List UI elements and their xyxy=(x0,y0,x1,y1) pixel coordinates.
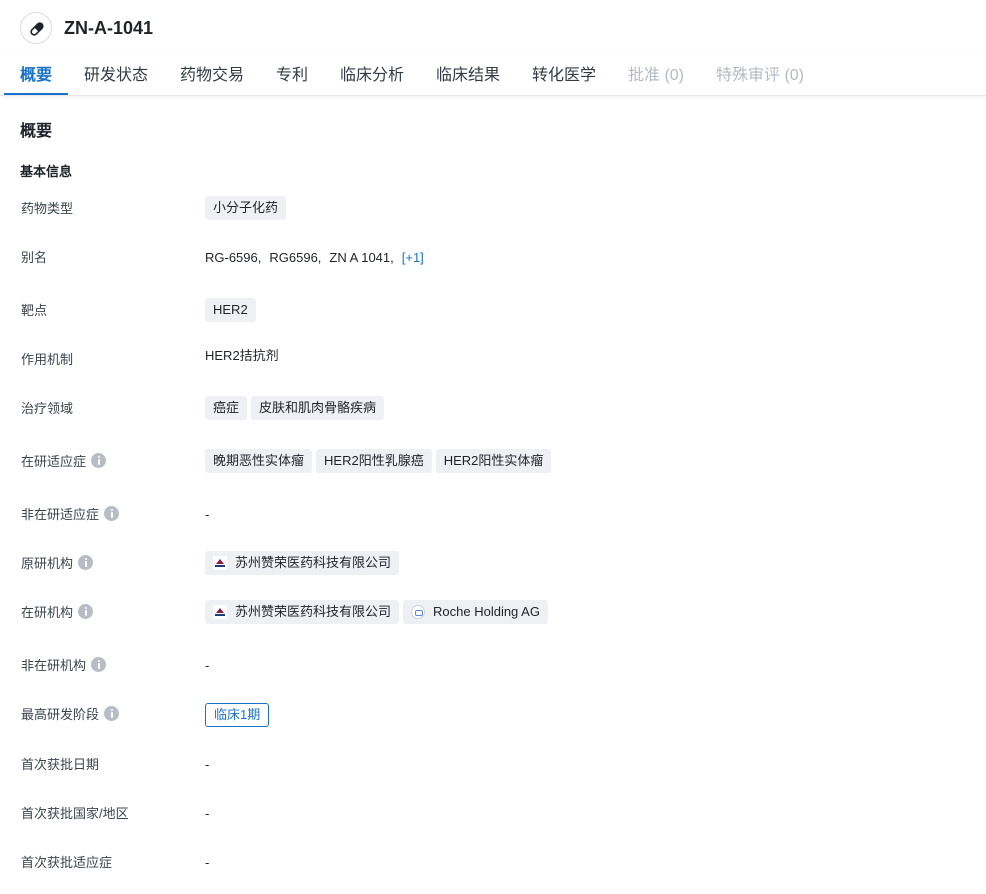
value-target: HER2 xyxy=(205,298,260,322)
zn-logo-icon xyxy=(213,605,227,619)
label-originator: 原研机构 xyxy=(21,555,94,573)
alias-item: RG6596, xyxy=(269,250,322,265)
subsection-title: 基本信息 xyxy=(20,164,73,179)
value-first-approval-indication: - xyxy=(205,855,210,870)
label-text: 非在研适应症 xyxy=(21,507,100,522)
tab-deals[interactable]: 药物交易 xyxy=(180,66,244,86)
org-name: 苏州赞荣医药科技有限公司 xyxy=(235,555,392,570)
label-mechanism: 作用机制 xyxy=(21,352,74,367)
value-first-approval-date: - xyxy=(205,757,210,772)
section-title: 概要 xyxy=(20,123,53,140)
tag-target[interactable]: HER2 xyxy=(205,298,256,322)
org-tag[interactable]: 苏州赞荣医药科技有限公司 xyxy=(205,600,400,624)
tag-drug-type: 小分子化药 xyxy=(205,196,287,220)
label-aliases: 别名 xyxy=(21,250,48,265)
roche-logo-icon xyxy=(411,605,426,619)
tag-indication[interactable]: HER2阳性乳腺癌 xyxy=(316,449,432,473)
value-originator: 苏州赞荣医药科技有限公司 xyxy=(205,551,403,575)
label-active-orgs: 在研机构 xyxy=(21,604,94,622)
zn-logo-icon xyxy=(213,556,227,570)
label-text: 非在研机构 xyxy=(21,658,87,673)
tag-therapy-area[interactable]: 癌症 xyxy=(205,396,248,420)
drug-header: ZN-A-1041 xyxy=(0,0,986,56)
label-highest-phase: 最高研发阶段 xyxy=(21,706,120,724)
tab-clinical-results[interactable]: 临床结果 xyxy=(436,66,500,86)
tab-overview[interactable]: 概要 xyxy=(20,66,52,86)
value-therapy-area: 癌症 皮肤和肌肉骨骼疾病 xyxy=(205,396,388,420)
value-inactive-indications: - xyxy=(205,507,210,522)
tag-indication[interactable]: HER2阳性实体瘤 xyxy=(435,449,552,473)
tab-clinical-analysis[interactable]: 临床分析 xyxy=(340,66,404,86)
label-inactive-orgs: 非在研机构 xyxy=(21,657,107,675)
tag-indication[interactable]: 晚期恶性实体瘤 xyxy=(205,449,313,473)
alias-item: RG-6596, xyxy=(205,250,262,265)
tab-rd-status[interactable]: 研发状态 xyxy=(84,66,148,86)
info-icon[interactable] xyxy=(78,604,94,619)
info-icon[interactable] xyxy=(91,657,107,672)
tab-bar: 概要 研发状态 药物交易 专利 临床分析 临床结果 转化医学 批准 (0) 特殊… xyxy=(0,56,986,96)
label-first-approval-date: 首次获批日期 xyxy=(21,757,100,772)
label-first-approval-region: 首次获批国家/地区 xyxy=(21,806,129,821)
org-name: 苏州赞荣医药科技有限公司 xyxy=(235,604,392,619)
value-drug-type: 小分子化药 xyxy=(205,196,290,220)
value-active-orgs: 苏州赞荣医药科技有限公司 Roche Holding AG xyxy=(205,600,552,624)
label-text: 在研适应症 xyxy=(21,454,87,469)
value-active-indications: 晚期恶性实体瘤 HER2阳性乳腺癌 HER2阳性实体瘤 xyxy=(205,449,555,473)
active-tab-indicator xyxy=(4,93,68,95)
label-target: 靶点 xyxy=(21,303,48,318)
label-active-indications: 在研适应症 xyxy=(21,453,107,471)
label-drug-type: 药物类型 xyxy=(21,201,74,216)
info-icon[interactable] xyxy=(104,506,120,521)
label-inactive-indications: 非在研适应症 xyxy=(21,506,120,524)
info-icon[interactable] xyxy=(91,453,107,468)
label-first-approval-indication: 首次获批适应症 xyxy=(21,855,113,870)
org-name: Roche Holding AG xyxy=(433,604,540,619)
tab-translational[interactable]: 转化医学 xyxy=(532,66,596,86)
value-highest-phase: 临床1期 xyxy=(205,703,270,727)
more-aliases-link[interactable]: [+1] xyxy=(402,249,424,267)
label-text: 原研机构 xyxy=(21,556,74,571)
label-text: 在研机构 xyxy=(21,605,74,620)
phase-badge: 临床1期 xyxy=(205,703,270,727)
label-therapy-area: 治疗领域 xyxy=(21,401,74,416)
pill-icon xyxy=(20,12,52,44)
org-tag[interactable]: 苏州赞荣医药科技有限公司 xyxy=(205,551,400,575)
info-icon[interactable] xyxy=(104,706,120,721)
org-tag[interactable]: Roche Holding AG xyxy=(403,600,548,624)
alias-item: ZN A 1041, xyxy=(329,250,394,265)
tab-patents[interactable]: 专利 xyxy=(276,66,308,86)
label-text: 最高研发阶段 xyxy=(21,707,100,722)
value-mechanism: HER2拮抗剂 xyxy=(205,348,279,363)
value-aliases: RG-6596, RG6596, ZN A 1041, [+1] xyxy=(205,249,424,267)
value-first-approval-region: - xyxy=(205,806,210,821)
tag-therapy-area[interactable]: 皮肤和肌肉骨骼疾病 xyxy=(251,396,385,420)
tab-approvals: 批准 (0) xyxy=(628,67,685,84)
drug-title: ZN-A-1041 xyxy=(64,18,154,38)
info-icon[interactable] xyxy=(78,555,94,570)
tab-special-review: 特殊审评 (0) xyxy=(716,67,805,84)
value-inactive-orgs: - xyxy=(205,658,210,673)
